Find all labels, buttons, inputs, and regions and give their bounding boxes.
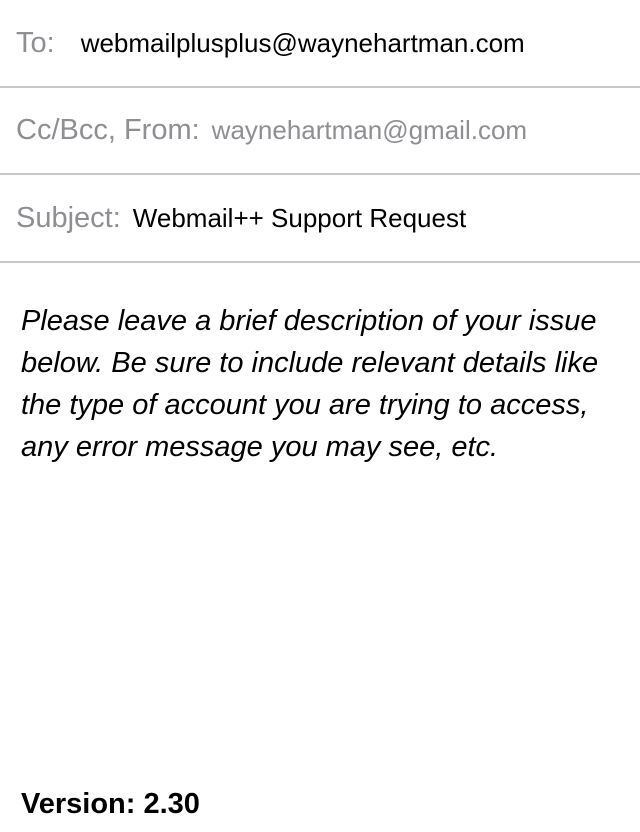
to-value[interactable]: webmailplusplus@waynehartman.com xyxy=(81,28,525,59)
version-label: Version: 2.30 xyxy=(21,788,200,820)
subject-label: Subject: xyxy=(16,202,121,234)
subject-value[interactable]: Webmail++ Support Request xyxy=(133,203,466,234)
subject-field[interactable]: Subject: Webmail++ Support Request xyxy=(0,176,640,263)
message-body[interactable]: Please leave a brief description of your… xyxy=(21,300,631,468)
to-field[interactable]: To: webmailplusplus@waynehartman.com xyxy=(0,0,640,88)
cc-bcc-from-field[interactable]: Cc/Bcc, From: waynehartman@gmail.com xyxy=(0,88,640,175)
from-value[interactable]: waynehartman@gmail.com xyxy=(212,115,527,146)
to-label: To: xyxy=(16,26,55,59)
cc-bcc-from-label: Cc/Bcc, From: xyxy=(16,114,200,146)
